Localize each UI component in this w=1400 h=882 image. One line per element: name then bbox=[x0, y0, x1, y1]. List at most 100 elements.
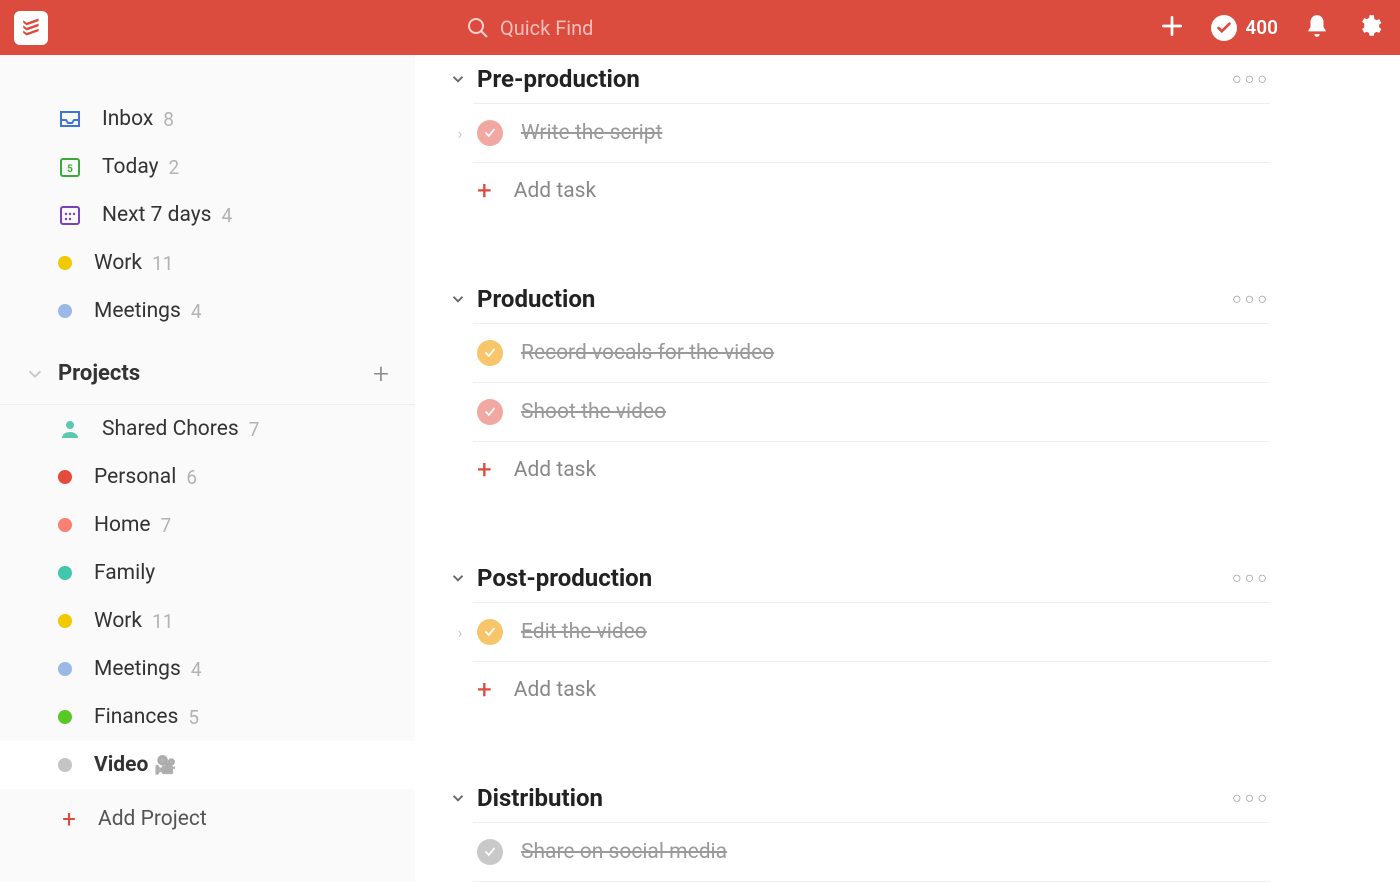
sidebar-project-meetings[interactable]: Meetings 4 bbox=[0, 645, 415, 693]
filter-label: Inbox bbox=[102, 107, 153, 131]
plus-icon: + bbox=[477, 460, 492, 480]
today-icon: 5 bbox=[58, 155, 82, 179]
sidebar-project-personal[interactable]: Personal6 bbox=[0, 453, 415, 501]
add-task-button[interactable] bbox=[1159, 13, 1185, 43]
sidebar-project-work[interactable]: Work 11 bbox=[0, 597, 415, 645]
task-checkbox[interactable] bbox=[477, 120, 503, 146]
add-project-button[interactable]: + Add Project bbox=[0, 789, 415, 849]
project-label: Meetings bbox=[94, 657, 181, 681]
task-name: Edit the video bbox=[521, 620, 647, 644]
task-row[interactable]: Share on social media bbox=[449, 823, 1270, 881]
search-container bbox=[466, 16, 754, 40]
section-header[interactable]: Distribution ○○○ bbox=[449, 780, 1270, 822]
filter-count: 8 bbox=[163, 108, 174, 131]
sidebar-filter-today[interactable]: 5Today2 bbox=[0, 143, 415, 191]
sidebar-project-video[interactable]: Video🎥 bbox=[0, 741, 415, 789]
projects-header[interactable]: Projects + bbox=[0, 335, 415, 405]
chevron-down-icon bbox=[449, 569, 467, 587]
task-checkbox[interactable] bbox=[477, 839, 503, 865]
project-label: Family bbox=[94, 561, 155, 585]
sidebar-project-shared-chores[interactable]: Shared Chores7 bbox=[0, 405, 415, 453]
chevron-down-icon bbox=[449, 290, 467, 308]
section-title: Post-production bbox=[477, 564, 652, 592]
section-more-button[interactable]: ○○○ bbox=[1232, 69, 1270, 89]
svg-text:5: 5 bbox=[67, 164, 73, 175]
section-title: Distribution bbox=[477, 784, 603, 812]
section-title: Pre-production bbox=[477, 65, 640, 93]
person-icon bbox=[58, 417, 82, 441]
expand-subtasks-icon[interactable]: › bbox=[449, 124, 471, 143]
sidebar-project-finances[interactable]: Finances5 bbox=[0, 693, 415, 741]
search-input[interactable] bbox=[500, 16, 754, 40]
filter-count: 2 bbox=[169, 156, 180, 179]
project-label: Work bbox=[94, 609, 142, 633]
expand-subtasks-icon[interactable]: › bbox=[449, 623, 471, 642]
sidebar-project-home[interactable]: Home7 bbox=[0, 501, 415, 549]
topbar: 400 bbox=[0, 0, 1400, 55]
task-row[interactable]: › Write the script bbox=[449, 104, 1270, 162]
chevron-down-icon bbox=[449, 70, 467, 88]
section-header[interactable]: Pre-production ○○○ bbox=[449, 61, 1270, 103]
section-more-button[interactable]: ○○○ bbox=[1232, 568, 1270, 588]
plus-icon: + bbox=[477, 181, 492, 201]
projects-title: Projects bbox=[58, 361, 140, 386]
task-name: Share on social media bbox=[521, 840, 727, 864]
task-name: Shoot the video bbox=[521, 400, 666, 424]
color-dot bbox=[58, 470, 72, 484]
add-task-button[interactable]: + Add task bbox=[449, 442, 1270, 498]
filter-count: 4 bbox=[191, 300, 202, 323]
task-name: Write the script bbox=[521, 121, 662, 145]
section-more-button[interactable]: ○○○ bbox=[1232, 289, 1270, 309]
section-header[interactable]: Production ○○○ bbox=[449, 281, 1270, 323]
sidebar-filter-inbox[interactable]: Inbox 8 bbox=[0, 95, 415, 143]
color-dot bbox=[58, 758, 72, 772]
sidebar-project-family[interactable]: Family bbox=[0, 549, 415, 597]
task-row[interactable]: Record vocals for the video bbox=[449, 324, 1270, 382]
task-checkbox[interactable] bbox=[477, 399, 503, 425]
project-label: Personal bbox=[94, 465, 176, 489]
add-task-button[interactable]: + Add task bbox=[449, 662, 1270, 718]
add-task-label: Add task bbox=[514, 458, 596, 482]
task-checkbox[interactable] bbox=[477, 619, 503, 645]
project-count: 4 bbox=[191, 658, 202, 681]
section-production: Production ○○○ Record vocals for the vid… bbox=[449, 281, 1270, 498]
karma-button[interactable]: 400 bbox=[1211, 15, 1278, 41]
section-distribution: Distribution ○○○ Share on social media +… bbox=[449, 780, 1270, 882]
sidebar-filter-next-7-days[interactable]: Next 7 days4 bbox=[0, 191, 415, 239]
settings-button[interactable] bbox=[1356, 13, 1382, 43]
add-project-label: Add Project bbox=[98, 807, 207, 831]
filter-count: 4 bbox=[222, 204, 233, 227]
color-dot bbox=[58, 710, 72, 724]
project-count: 11 bbox=[152, 610, 173, 633]
color-dot bbox=[58, 662, 72, 676]
color-dot bbox=[58, 518, 72, 532]
sidebar-filter-meetings[interactable]: Meetings4 bbox=[0, 287, 415, 335]
project-label: Finances bbox=[94, 705, 178, 729]
filter-label: Work bbox=[94, 251, 142, 275]
topbar-right: 400 bbox=[1159, 13, 1382, 43]
section-post-production: Post-production ○○○ › Edit the video + A… bbox=[449, 560, 1270, 718]
search-icon bbox=[466, 16, 490, 40]
karma-count: 400 bbox=[1245, 16, 1278, 39]
sidebar-filter-work[interactable]: Work 11 bbox=[0, 239, 415, 287]
notifications-button[interactable] bbox=[1304, 13, 1330, 43]
color-dot bbox=[58, 256, 72, 270]
section-more-button[interactable]: ○○○ bbox=[1232, 788, 1270, 808]
add-task-label: Add task bbox=[514, 678, 596, 702]
task-row[interactable]: Shoot the video bbox=[449, 383, 1270, 441]
add-project-icon[interactable]: + bbox=[373, 357, 389, 390]
plus-icon: + bbox=[477, 680, 492, 700]
app-logo[interactable] bbox=[14, 11, 48, 45]
task-row[interactable]: › Edit the video bbox=[449, 603, 1270, 661]
color-dot bbox=[58, 304, 72, 318]
task-checkbox[interactable] bbox=[477, 340, 503, 366]
section-title: Production bbox=[477, 285, 595, 313]
project-count: 7 bbox=[161, 514, 172, 537]
section-header[interactable]: Post-production ○○○ bbox=[449, 560, 1270, 602]
add-task-button[interactable]: + Add task bbox=[449, 163, 1270, 219]
project-count: 7 bbox=[249, 418, 260, 441]
task-name: Record vocals for the video bbox=[521, 341, 774, 365]
plus-icon: + bbox=[58, 808, 80, 830]
filter-count: 11 bbox=[152, 252, 173, 275]
chevron-down-icon bbox=[24, 363, 46, 385]
